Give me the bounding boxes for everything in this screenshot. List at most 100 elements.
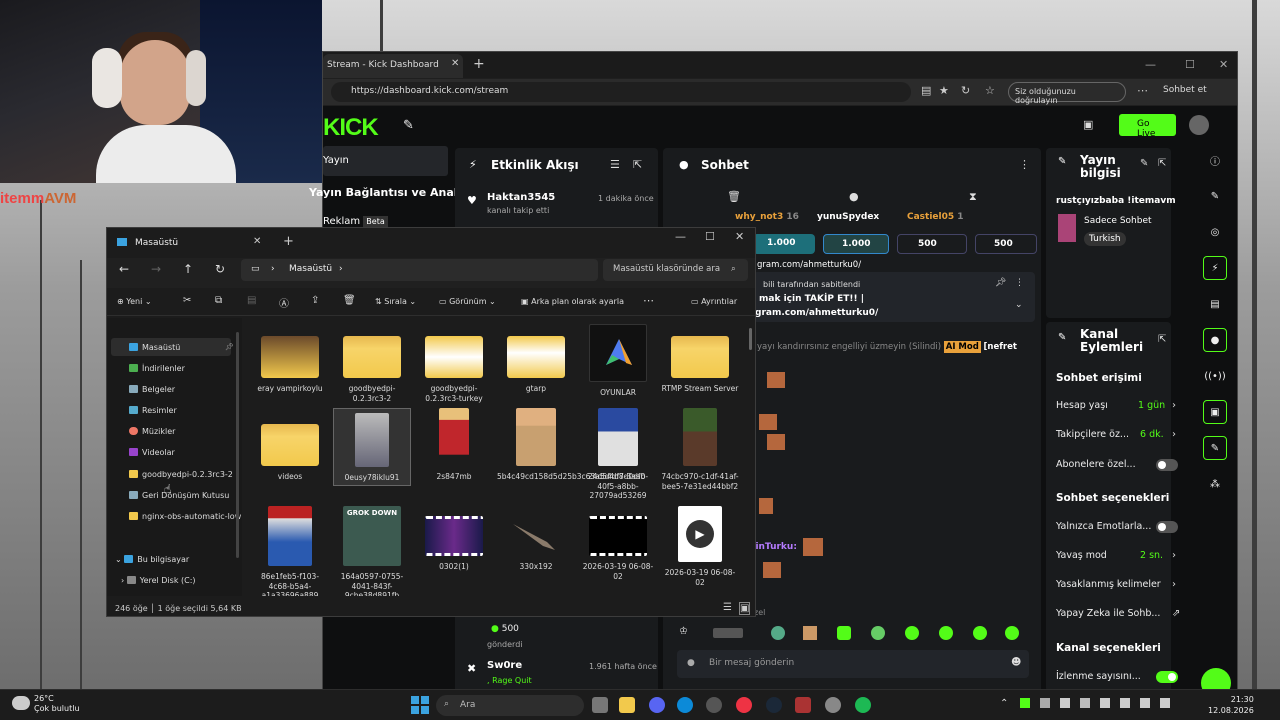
ai-chat-label[interactable]: Yapay Zeka ile Sohb... — [1056, 608, 1160, 619]
chat-bubble-icon[interactable]: ● — [1203, 328, 1227, 352]
obs-icon[interactable] — [706, 697, 722, 713]
file-item[interactable]: goodbyedpi-0.2.3rc3-turkey — [415, 328, 493, 403]
chat-menu-icon[interactable]: ⋮ — [1019, 158, 1030, 171]
sort-button[interactable]: ⇅ Sırala ⌄ — [375, 297, 416, 306]
wrench-icon[interactable]: ✎ — [1203, 436, 1227, 460]
followers-only-label[interactable]: Takipçilere öz... — [1056, 429, 1129, 440]
file-item[interactable]: 2026-03-19 06-08-02 — [579, 516, 657, 581]
avatar[interactable] — [1189, 115, 1209, 135]
file-item[interactable]: 86e1feb5-f103-4c68-b5a4-a1a33696a889 — [251, 506, 329, 596]
verify-identity-button[interactable]: Siz olduğunuzu doğrulayın — [1008, 82, 1126, 105]
forward-icon[interactable]: → — [151, 262, 161, 276]
explorer-path[interactable]: Masaüstü — [289, 264, 332, 274]
file-item-selected[interactable]: 0eusy78iklu91 — [333, 408, 411, 486]
delete-icon[interactable]: 🗑︎ — [343, 295, 356, 306]
popout-icon[interactable]: ⇱ — [1158, 334, 1166, 345]
panel-icon[interactable]: ▣ — [1083, 118, 1093, 131]
sidebar-item-documents[interactable]: Belgeler — [129, 385, 175, 394]
sidebar-item-desktop[interactable]: Masaüstü — [129, 343, 180, 352]
chevron-right-icon[interactable]: › — [1172, 400, 1176, 411]
broadcast-icon[interactable]: ((•)) — [1203, 364, 1227, 388]
view-count-toggle[interactable] — [1156, 671, 1178, 683]
file-item[interactable]: GROK DOWN 164a0597-0755-4041-843f-9cbe38d… — [333, 506, 411, 596]
more-icon[interactable]: ⋯ — [643, 294, 654, 307]
tab-kick-dashboard[interactable]: Stream - Kick Dashboard — [323, 54, 463, 78]
sidebar-local-disk[interactable]: › Yerel Disk (C:) — [121, 576, 196, 585]
go-live-button[interactable]: Go Live — [1119, 114, 1176, 139]
edge-icon[interactable] — [677, 697, 693, 713]
chevron-right-icon[interactable]: › — [1172, 550, 1176, 561]
app-icon[interactable] — [795, 697, 811, 713]
chevron-down-icon[interactable]: ⌄ — [1015, 300, 1023, 310]
apps-icon[interactable]: ⁂ — [1203, 472, 1227, 496]
share-icon[interactable]: ⇪ — [311, 295, 319, 306]
taskbar-search[interactable]: ⌕ Ara — [436, 695, 584, 716]
hourglass-icon[interactable]: ⧗ — [969, 190, 977, 204]
minimize-icon[interactable]: — — [675, 230, 686, 243]
new-tab-icon[interactable]: + — [473, 56, 485, 72]
activity-user[interactable]: Haktan3545 — [487, 192, 555, 203]
emotes-only-toggle[interactable] — [1156, 521, 1178, 533]
close-tab-icon[interactable]: ✕ — [253, 236, 261, 247]
subscribers-only-toggle[interactable] — [1156, 459, 1178, 471]
sidebar-item-ads[interactable]: Reklam Beta — [323, 216, 388, 227]
file-item[interactable]: 0302(1) — [415, 516, 493, 572]
back-icon[interactable]: ← — [119, 262, 129, 276]
taskbar-clock[interactable]: 21:30 12.08.2026 — [1208, 694, 1254, 716]
close-window-icon[interactable]: ✕ — [1219, 58, 1228, 71]
goal-pill[interactable]: 1.000 — [823, 234, 889, 254]
trash-icon[interactable]: 🗑︎ — [727, 190, 741, 203]
info-icon[interactable]: ⓘ — [1203, 148, 1227, 172]
slow-mode-label[interactable]: Yavaş mod — [1056, 550, 1107, 561]
url-input[interactable]: https://dashboard.kick.com/stream — [331, 82, 911, 102]
bubble-icon[interactable]: ● — [849, 190, 859, 203]
goal-pill[interactable]: 500 — [897, 234, 967, 254]
banned-words-label[interactable]: Yasaklanmış kelimeler — [1056, 579, 1161, 590]
activity-user[interactable]: Sw0re — [487, 660, 522, 671]
stream-tag[interactable]: Turkish — [1084, 232, 1126, 246]
filter-icon[interactable]: ☰ — [610, 158, 620, 171]
sidebar-this-pc[interactable]: ⌄ Bu bilgisayar — [115, 555, 189, 564]
copilot-chat-button[interactable]: Sohbet et — [1163, 85, 1207, 95]
chat-input[interactable]: ● Bir mesaj gönderin ☻ — [677, 650, 1029, 678]
file-item[interactable]: 74cbc970-c1df-41af-bee5-7e31ed44bbf2 — [661, 408, 739, 491]
chevron-right-icon[interactable]: › — [1172, 429, 1176, 440]
file-item[interactable]: OYUNLAR — [579, 324, 657, 398]
slow-mode-value[interactable]: 2 sn. — [1140, 550, 1163, 561]
explorer-tab-title[interactable]: Masaüstü — [135, 238, 178, 248]
kick-logo[interactable]: KICK — [323, 114, 379, 142]
edit-icon[interactable]: ✎ — [1140, 158, 1148, 169]
file-item[interactable]: eray vampirkoylu — [251, 328, 329, 394]
pin-icon[interactable]: ✎ — [403, 118, 414, 133]
steam-icon[interactable] — [766, 697, 782, 713]
chat-link-fragment[interactable]: gram.com/ahmetturku0/ — [757, 260, 861, 270]
goal-pill[interactable]: 1.000 — [753, 234, 815, 254]
explorer-address-bar[interactable]: ▭ › Masaüstü › — [241, 259, 598, 281]
stream-category[interactable]: Sadece Sohbet — [1084, 216, 1152, 226]
reader-icon[interactable]: ▤ — [921, 84, 931, 97]
sidebar-item-pictures[interactable]: Resimler — [129, 406, 177, 415]
close-tab-icon[interactable]: ✕ — [451, 58, 459, 69]
file-item[interactable]: 24d54df7-3aab-40f5-a8bb-27079ad53269 — [579, 408, 657, 501]
cut-icon[interactable]: ✂ — [183, 295, 191, 306]
details-button[interactable]: ▭ Ayrıntılar — [691, 297, 737, 306]
sidebar-item-stream[interactable]: Yayın — [323, 146, 448, 176]
task-view-icon[interactable] — [592, 697, 608, 713]
copy-icon[interactable]: ⧉ — [215, 295, 222, 306]
maximize-icon[interactable]: ☐ — [705, 230, 715, 243]
file-item[interactable]: videos — [251, 416, 329, 482]
top-user-2[interactable]: yunuSpydex — [817, 212, 879, 222]
file-item[interactable]: ▶ 2026-03-19 06-08-02 — [661, 506, 739, 587]
pin-icon[interactable]: 📌︎ — [995, 278, 1006, 288]
account-age-label[interactable]: Hesap yaşı — [1056, 400, 1108, 411]
file-explorer-icon[interactable] — [619, 697, 635, 713]
refresh-icon[interactable]: ↻ — [961, 84, 970, 97]
account-age-value[interactable]: 1 gün — [1138, 400, 1165, 411]
start-icon[interactable] — [411, 696, 429, 714]
file-item[interactable]: 330x192 — [497, 516, 575, 572]
panels-icon[interactable]: ▣ — [1203, 400, 1227, 424]
favorite-icon[interactable]: ★ — [939, 84, 949, 97]
system-tray-icons[interactable] — [1020, 698, 1170, 712]
chevron-right-icon[interactable]: › — [1172, 579, 1176, 590]
refresh-icon[interactable]: ↻ — [215, 262, 225, 276]
